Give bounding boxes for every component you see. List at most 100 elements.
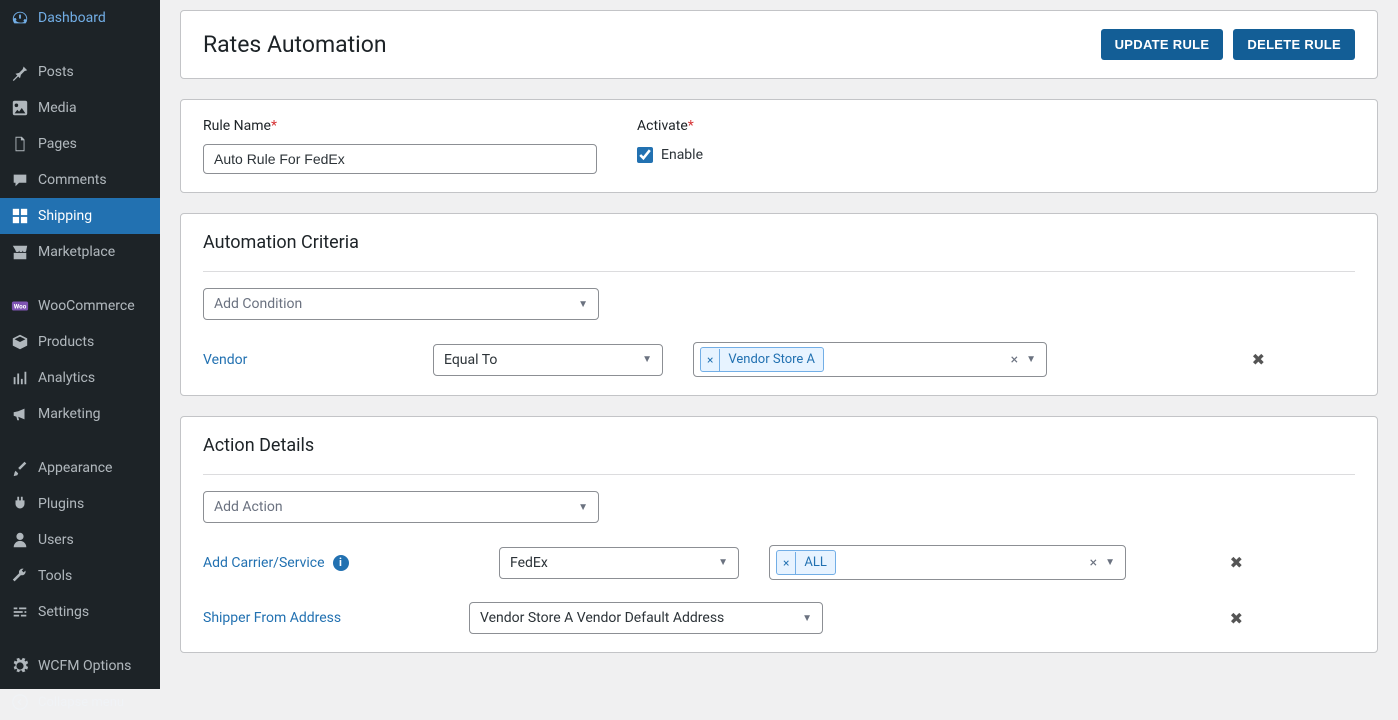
carrier-label: Add Carrier/Service [203, 555, 325, 571]
sidebar-item-pages[interactable]: Pages [0, 126, 160, 162]
vendor-label: Vendor [203, 352, 403, 368]
remove-tag-icon[interactable]: × [701, 349, 720, 371]
chevron-down-icon: ▼ [578, 502, 588, 513]
media-icon [10, 98, 30, 118]
operator-select[interactable]: Equal To ▼ [433, 344, 663, 376]
admin-sidebar: Dashboard Posts Media Pages Comments Shi… [0, 0, 160, 689]
grid-icon [10, 206, 30, 226]
remove-row-icon[interactable]: ✖ [1252, 350, 1265, 369]
sidebar-item-posts[interactable]: Posts [0, 54, 160, 90]
sidebar-item-products[interactable]: Products [0, 324, 160, 360]
sidebar-item-label: Settings [38, 604, 89, 620]
actions-title: Action Details [203, 435, 1355, 456]
chart-icon [10, 368, 30, 388]
sidebar-item-label: Marketplace [38, 244, 115, 260]
remove-tag-icon[interactable]: × [777, 552, 796, 574]
gear-icon [10, 656, 30, 676]
rule-panel: Rule Name* Activate* Enable [180, 99, 1378, 193]
rule-name-input[interactable] [203, 144, 597, 174]
sidebar-item-label: Marketing [38, 406, 101, 422]
collapse-icon [10, 692, 30, 712]
sidebar-item-analytics[interactable]: Analytics [0, 360, 160, 396]
content-area: Rates Automation UPDATE RULE DELETE RULE… [160, 0, 1398, 689]
store-icon [10, 242, 30, 262]
sliders-icon [10, 602, 30, 622]
criteria-row: Vendor Equal To ▼ × Vendor Store A × ▼ ✖ [203, 342, 1355, 377]
remove-row-icon[interactable]: ✖ [1230, 609, 1243, 628]
add-action-select[interactable]: Add Action ▼ [203, 491, 599, 523]
activate-label: Activate* [637, 118, 703, 134]
enable-checkbox[interactable] [637, 147, 653, 163]
sidebar-item-label: Pages [38, 136, 77, 152]
sidebar-item-label: Users [38, 532, 74, 548]
info-icon[interactable]: i [333, 555, 349, 571]
user-icon [10, 530, 30, 550]
chevron-down-icon: ▼ [1101, 557, 1119, 568]
sidebar-item-label: Analytics [38, 370, 95, 386]
sidebar-item-users[interactable]: Users [0, 522, 160, 558]
delete-rule-button[interactable]: DELETE RULE [1233, 29, 1355, 60]
operator-value: Equal To [444, 352, 497, 368]
enable-label: Enable [661, 147, 703, 163]
remove-row-icon[interactable]: ✖ [1230, 553, 1243, 572]
megaphone-icon [10, 404, 30, 424]
shipper-label: Shipper From Address [203, 610, 439, 626]
vendor-multiselect[interactable]: × Vendor Store A × ▼ [693, 342, 1047, 377]
shipper-address-select[interactable]: Vendor Store A Vendor Default Address ▼ [469, 602, 823, 634]
dashboard-icon [10, 8, 30, 28]
sidebar-item-tools[interactable]: Tools [0, 558, 160, 594]
sidebar-item-wcfm[interactable]: WCFM Options [0, 648, 160, 684]
sidebar-item-comments[interactable]: Comments [0, 162, 160, 198]
sidebar-item-appearance[interactable]: Appearance [0, 450, 160, 486]
chevron-down-icon: ▼ [1022, 354, 1040, 365]
sidebar-item-label: Products [38, 334, 94, 350]
update-rule-button[interactable]: UPDATE RULE [1101, 29, 1224, 60]
actions-panel: Action Details Add Action ▼ Add Carrier/… [180, 416, 1378, 653]
sidebar-item-media[interactable]: Media [0, 90, 160, 126]
shipper-row: Shipper From Address Vendor Store A Vend… [203, 602, 1355, 634]
rule-name-label: Rule Name* [203, 118, 597, 134]
sidebar-collapse[interactable]: Collapse menu [0, 684, 160, 720]
clear-icon[interactable]: × [1007, 352, 1022, 368]
clear-icon[interactable]: × [1086, 555, 1101, 571]
header-buttons: UPDATE RULE DELETE RULE [1101, 29, 1355, 60]
pin-icon [10, 62, 30, 82]
carrier-value: FedEx [510, 555, 548, 571]
page-title: Rates Automation [203, 31, 387, 58]
sidebar-item-label: Collapse menu [38, 695, 124, 710]
sidebar-item-label: Media [38, 100, 77, 116]
criteria-title: Automation Criteria [203, 232, 1355, 253]
shipper-value: Vendor Store A Vendor Default Address [480, 610, 724, 626]
add-action-placeholder: Add Action [214, 499, 283, 515]
sidebar-item-label: Tools [38, 568, 72, 584]
divider [203, 271, 1355, 272]
carrier-services-multiselect[interactable]: × ALL × ▼ [769, 545, 1126, 580]
add-condition-placeholder: Add Condition [214, 296, 302, 312]
sidebar-item-plugins[interactable]: Plugins [0, 486, 160, 522]
vendor-tag: × Vendor Store A [700, 347, 824, 372]
sidebar-item-label: Posts [38, 64, 74, 80]
sidebar-item-marketing[interactable]: Marketing [0, 396, 160, 432]
carrier-row: Add Carrier/Service i FedEx ▼ × ALL × ▼ … [203, 545, 1355, 580]
carrier-select[interactable]: FedEx ▼ [499, 547, 739, 579]
service-tag: × ALL [776, 550, 836, 575]
add-condition-select[interactable]: Add Condition ▼ [203, 288, 599, 320]
sidebar-item-dashboard[interactable]: Dashboard [0, 0, 160, 36]
sidebar-item-marketplace[interactable]: Marketplace [0, 234, 160, 270]
tag-label: ALL [796, 551, 834, 574]
sidebar-item-label: WooCommerce [38, 298, 135, 314]
sidebar-item-label: Comments [38, 172, 107, 188]
page-icon [10, 134, 30, 154]
divider [203, 474, 1355, 475]
sidebar-item-shipping[interactable]: Shipping [0, 198, 160, 234]
svg-text:Woo: Woo [14, 303, 27, 311]
brush-icon [10, 458, 30, 478]
comment-icon [10, 170, 30, 190]
sidebar-item-label: WCFM Options [38, 658, 131, 674]
sidebar-item-woocommerce[interactable]: Woo WooCommerce [0, 288, 160, 324]
sidebar-item-settings[interactable]: Settings [0, 594, 160, 630]
chevron-down-icon: ▼ [802, 613, 812, 624]
box-icon [10, 332, 30, 352]
woo-icon: Woo [10, 296, 30, 316]
sidebar-item-label: Dashboard [38, 10, 106, 26]
